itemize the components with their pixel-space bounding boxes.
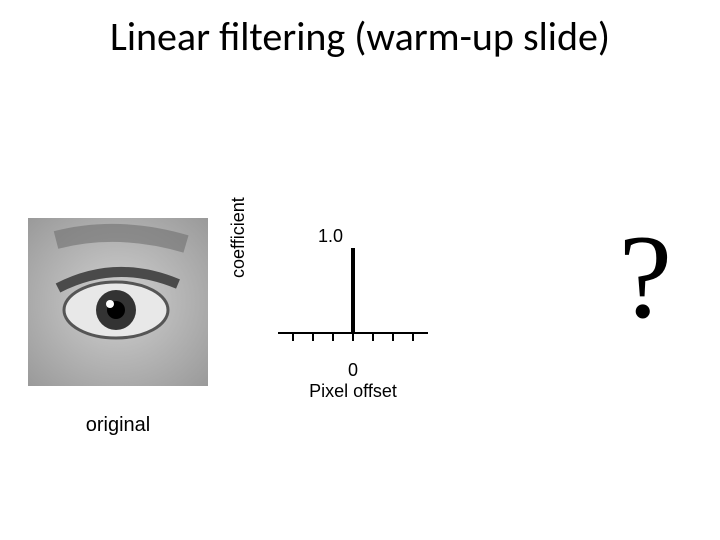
chart-value-label: 1.0 [318,226,343,247]
image-caption: original [28,414,208,437]
chart-xlabel: 0 Pixel offset [278,360,428,402]
chart-center-tick: 0 [348,360,358,380]
slide: Linear filtering (warm-up slide) origin [0,0,720,540]
eye-image [28,218,208,386]
chart-plot [278,218,428,348]
original-image-block: original [28,218,208,437]
filter-chart: coefficient 1.0 0 Pixel offset [248,218,448,408]
slide-title: Linear filtering (warm-up slide) [0,12,720,61]
chart-ylabel: coefficient [228,197,249,278]
chart-xlabel-text: Pixel offset [309,381,397,401]
result-question-mark: ? [619,208,672,346]
eye-image-svg [28,218,208,386]
